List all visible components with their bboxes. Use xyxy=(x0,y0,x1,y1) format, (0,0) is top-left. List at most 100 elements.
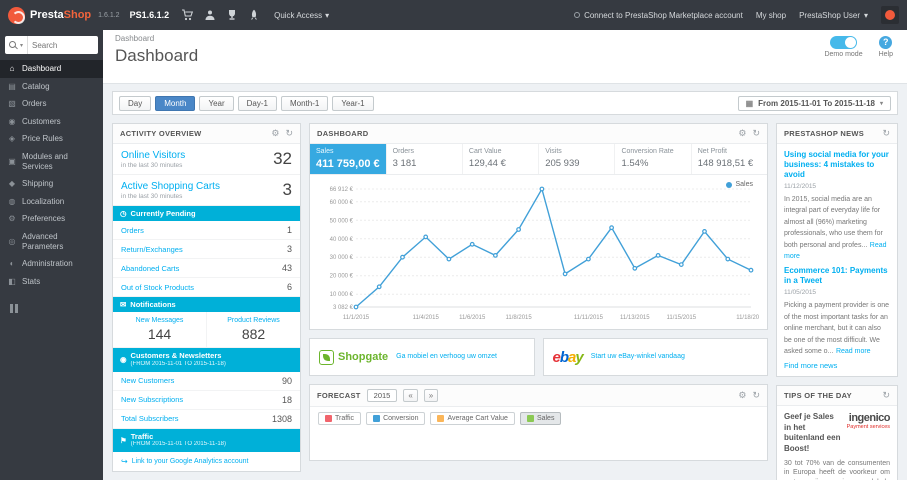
rocket-icon[interactable] xyxy=(248,9,260,21)
quick-access-menu[interactable]: Quick Access ▾ xyxy=(274,11,329,20)
quick-access-label: Quick Access xyxy=(274,10,323,20)
filter-month-button[interactable]: Month xyxy=(155,95,196,111)
sidebar-item-shipping[interactable]: ◆ Shipping xyxy=(0,175,103,193)
refresh-icon[interactable]: ↻ xyxy=(752,390,760,401)
help-icon[interactable]: ? xyxy=(879,36,893,49)
kpi-net-profit[interactable]: Net Profit 148 918,51 € xyxy=(692,144,767,174)
new-customers-link[interactable]: New Customers xyxy=(121,376,174,385)
forecast-next-button[interactable]: » xyxy=(423,389,439,402)
forecast-tab-conversion[interactable]: Conversion xyxy=(366,412,426,425)
sidebar-item-customers[interactable]: ◉ Customers xyxy=(0,113,103,131)
customers-row-new: New Customers 90 xyxy=(113,372,300,391)
news-article-title-link[interactable]: Using social media for your business: 4 … xyxy=(784,150,890,180)
kpi-conversion-rate[interactable]: Conversion Rate 1.54% xyxy=(615,144,692,174)
online-visitors-link[interactable]: Online Visitors xyxy=(121,150,185,161)
kpi-orders[interactable]: Orders 3 181 xyxy=(387,144,463,174)
active-carts-value: 3 xyxy=(282,180,292,199)
sidebar-item-dashboard[interactable]: ⌂ Dashboard xyxy=(0,60,103,78)
sales-line-chart: 66 912 € 60 000 € 50 000 € 40 000 € 30 000 €… xyxy=(318,181,766,327)
ebay-link[interactable]: Start uw eBay-winkel vandaag xyxy=(591,352,685,361)
collapse-sidebar-icon[interactable] xyxy=(10,304,103,314)
new-subscriptions-link[interactable]: New Subscriptions xyxy=(121,395,183,404)
gear-icon[interactable]: ⚙ xyxy=(738,128,746,139)
search-input[interactable] xyxy=(28,40,84,50)
news-article-excerpt: In 2015, social media are an integral pa… xyxy=(784,196,883,249)
kpi-value: 3 181 xyxy=(392,158,417,169)
sidebar-item-stats[interactable]: ◧ Stats xyxy=(0,273,103,291)
my-shop-link[interactable]: My shop xyxy=(756,11,786,20)
cart-icon[interactable] xyxy=(181,9,194,21)
marketplace-link[interactable]: Connect to PrestaShop Marketplace accoun… xyxy=(574,11,743,20)
svg-text:11/6/2015: 11/6/2015 xyxy=(459,315,486,321)
demo-mode-toggle[interactable] xyxy=(830,36,858,49)
forecast-tab-traffic[interactable]: Traffic xyxy=(318,412,362,425)
user-menu[interactable]: PrestaShop User ▾ xyxy=(799,11,868,20)
sidebar-item-advanced-parameters[interactable]: ◎ Advanced Parameters xyxy=(0,228,103,255)
forecast-tab-sales[interactable]: Sales xyxy=(519,412,562,425)
total-subscribers-link[interactable]: Total Subscribers xyxy=(121,414,179,423)
forecast-prev-button[interactable]: « xyxy=(403,389,418,402)
chart-legend[interactable]: Sales xyxy=(726,181,753,188)
news-article-title-link[interactable]: Ecommerce 101: Payments in a Tweet xyxy=(784,266,890,286)
filter-year-1-button[interactable]: Year-1 xyxy=(332,95,374,111)
filter-day-button[interactable]: Day xyxy=(119,95,152,111)
tips-of-the-day-panel: Tips of the day ↻ Geef je Sales in het b… xyxy=(776,385,898,480)
search-scope-selector[interactable]: ▾ xyxy=(5,36,29,54)
sidebar-item-catalog[interactable]: ▤ Catalog xyxy=(0,78,103,96)
customers-icon: ◉ xyxy=(8,116,16,126)
sidebar-item-label: Administration xyxy=(22,259,73,269)
abandoned-carts-link[interactable]: Abandoned Carts xyxy=(121,264,179,273)
active-carts-link[interactable]: Active Shopping Carts xyxy=(121,181,220,192)
prestashop-brand[interactable]: PrestaShop 1.6.1.2 xyxy=(8,6,120,24)
shop-name[interactable]: PS1.6.1.2 xyxy=(130,10,170,20)
pending-returns-link[interactable]: Return/Exchanges xyxy=(121,245,183,254)
sidebar-item-modules[interactable]: ▣ Modules and Services xyxy=(0,148,103,175)
out-of-stock-link[interactable]: Out of Stock Products xyxy=(121,283,194,292)
find-more-news-link[interactable]: Find more news xyxy=(784,361,837,370)
product-reviews-value: 882 xyxy=(241,326,266,342)
customers-icon[interactable] xyxy=(204,9,216,21)
sidebar: ▾ ⌂ Dashboard ▤ Catalog ▧ Orders ◉ Customers… xyxy=(0,30,103,480)
date-range-picker[interactable]: ▦ From 2015-11-01 To 2015-11-18 ▾ xyxy=(737,95,891,111)
kpi-value: 148 918,51 € xyxy=(697,158,754,169)
prestashop-news-panel: PrestaShop News ↻ Using social media for… xyxy=(776,123,898,378)
new-messages-link[interactable]: New Messages xyxy=(115,317,204,324)
pending-orders-link[interactable]: Orders xyxy=(121,226,144,235)
sidebar-item-localization[interactable]: ◍ Localization xyxy=(0,193,103,211)
breadcrumb[interactable]: Dashboard xyxy=(115,34,895,43)
forecast-tab-average-cart-value[interactable]: Average Cart Value xyxy=(430,412,515,425)
svg-text:10 000 €: 10 000 € xyxy=(330,292,354,298)
user-avatar[interactable] xyxy=(881,6,899,24)
refresh-icon[interactable]: ↻ xyxy=(285,128,293,139)
sidebar-item-preferences[interactable]: ⚙ Preferences xyxy=(0,210,103,228)
refresh-icon[interactable]: ↻ xyxy=(882,390,890,401)
shopgate-module: Shopgate Ga mobiel en verhoog uw omzet xyxy=(309,338,535,376)
kpi-cart-value[interactable]: Cart Value 129,44 € xyxy=(463,144,540,174)
filter-month-1-button[interactable]: Month-1 xyxy=(280,95,329,111)
sidebar-item-label: Stats xyxy=(22,276,41,286)
traffic-section-title: Traffic xyxy=(130,431,154,441)
forecast-year-select[interactable]: 2015 xyxy=(366,389,398,402)
trophy-icon[interactable] xyxy=(226,9,238,21)
truck-icon: ◆ xyxy=(8,179,16,189)
sidebar-item-label: Modules and Services xyxy=(22,151,68,171)
forecast-tab-label: Average Cart Value xyxy=(447,415,508,422)
shopgate-link[interactable]: Ga mobiel en verhoog uw omzet xyxy=(396,352,497,361)
google-analytics-link[interactable]: Link to your Google Analytics account xyxy=(132,458,249,465)
read-more-link[interactable]: Read more xyxy=(836,348,871,355)
customers-section-header: ◉ Customers & Newsletters (FROM 2015-11-… xyxy=(113,348,300,372)
refresh-icon[interactable]: ↻ xyxy=(752,128,760,139)
sidebar-item-price-rules[interactable]: ◈ Price Rules xyxy=(0,130,103,148)
filter-day-1-button[interactable]: Day-1 xyxy=(237,95,277,111)
refresh-icon[interactable]: ↻ xyxy=(882,128,890,139)
kpi-sales[interactable]: Sales 411 759,00 € xyxy=(310,144,387,174)
filter-year-button[interactable]: Year xyxy=(199,95,234,111)
product-reviews-link[interactable]: Product Reviews xyxy=(209,317,298,324)
gear-icon[interactable]: ⚙ xyxy=(738,390,746,401)
active-carts-stat: Active Shopping Carts in the last 30 min… xyxy=(113,175,300,206)
chevron-down-icon: ▾ xyxy=(20,42,24,49)
kpi-visits[interactable]: Visits 205 939 xyxy=(539,144,616,174)
sidebar-item-orders[interactable]: ▧ Orders xyxy=(0,95,103,113)
sidebar-item-administration[interactable]: ◐ Administration xyxy=(0,255,103,273)
gear-icon[interactable]: ⚙ xyxy=(271,128,279,139)
